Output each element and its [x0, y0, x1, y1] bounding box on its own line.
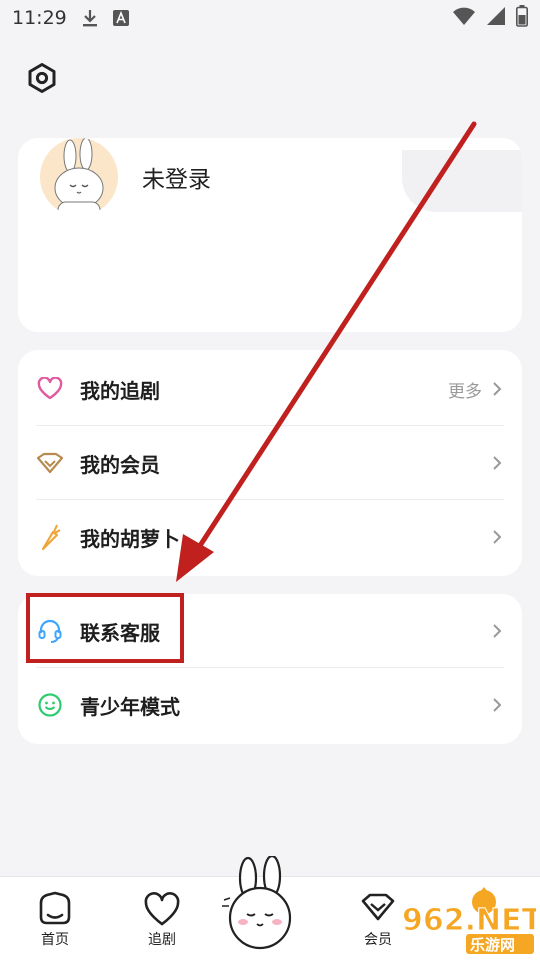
chevron-right-icon [490, 621, 504, 641]
bunny-center-button[interactable] [218, 856, 302, 954]
menu-item-my-dramas[interactable]: 我的追剧 更多 [36, 352, 504, 426]
carrot-icon [36, 523, 64, 551]
status-bar: 11:29 [0, 0, 540, 36]
menu-item-label: 我的会员 [80, 452, 160, 477]
menu-item-label: 我的追剧 [80, 378, 160, 403]
download-icon [81, 8, 99, 28]
vip-icon [361, 893, 395, 921]
tab-home[interactable]: 首页 [20, 889, 90, 949]
tab-label: 首页 [41, 932, 69, 948]
profile-card[interactable]: 未登录 [18, 138, 522, 332]
status-time: 11:29 [12, 7, 67, 29]
battery-icon [516, 4, 528, 32]
vip-diamond-icon [36, 449, 64, 477]
heart-icon [36, 375, 64, 403]
chevron-right-icon [490, 453, 504, 473]
tab-label: 追剧 [148, 932, 176, 948]
menu-card-primary: 我的追剧 更多 我的会员 我的胡萝卜 [18, 350, 522, 576]
home-icon [39, 891, 71, 925]
menu-item-my-vip[interactable]: 我的会员 [36, 426, 504, 500]
bunny-avatar-icon [54, 138, 104, 216]
smile-face-icon [36, 691, 64, 719]
menu-item-label: 青少年模式 [80, 694, 180, 719]
avatar[interactable] [40, 138, 118, 216]
annotation-highlight-box [26, 593, 184, 663]
tab-dramas[interactable]: 追剧 [127, 889, 197, 949]
more-link[interactable]: 更多 [448, 377, 482, 402]
menu-item-my-carrots[interactable]: 我的胡萝卜 [36, 500, 504, 574]
chevron-right-icon [490, 695, 504, 715]
settings-hexagon-icon [28, 63, 56, 93]
watermark-logo: 962.NET 乐游网 [402, 887, 536, 954]
chevron-right-icon [490, 527, 504, 547]
wifi-icon [452, 6, 476, 31]
chevron-right-icon [490, 379, 504, 399]
login-status-label[interactable]: 未登录 [142, 160, 211, 194]
watermark-text-sub: 乐游网 [470, 936, 515, 954]
a-badge-icon [112, 10, 129, 26]
heart-outline-icon [144, 892, 180, 926]
settings-button[interactable] [26, 62, 58, 94]
profile-card-corner [402, 150, 522, 212]
menu-item-youth-mode[interactable]: 青少年模式 [36, 668, 504, 742]
watermark-text-main: 962.NET [402, 903, 536, 938]
signal-icon [486, 6, 506, 31]
menu-item-label: 我的胡萝卜 [80, 526, 180, 551]
